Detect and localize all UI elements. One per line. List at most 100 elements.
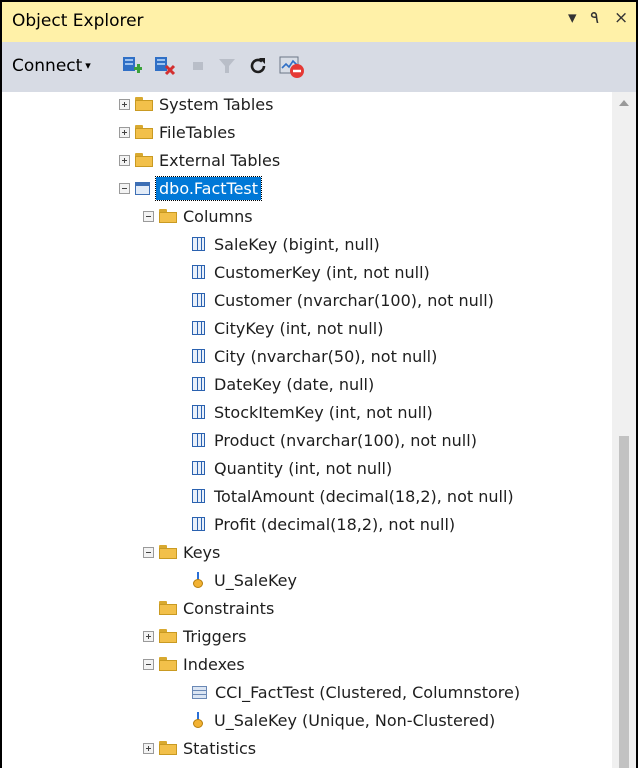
columnstore-index-icon [192, 685, 207, 699]
collapse-icon[interactable] [143, 546, 154, 558]
tree-node-filetables[interactable]: FileTables [119, 118, 235, 146]
column-item[interactable]: TotalAmount (decimal(18,2), not null) [192, 482, 514, 510]
tree-node-label: Triggers [183, 626, 247, 646]
expand-icon[interactable] [119, 126, 130, 138]
close-icon[interactable]: × [614, 8, 628, 28]
column-label: CustomerKey (int, not null) [214, 262, 430, 282]
key-item[interactable]: U_SaleKey [192, 566, 297, 594]
folder-icon [135, 97, 153, 111]
column-label: Quantity (int, not null) [214, 458, 393, 478]
connect-label: Connect [12, 56, 83, 76]
column-label: DateKey (date, null) [214, 374, 375, 394]
expand-icon[interactable] [143, 742, 154, 754]
tree-node-label: Statistics [183, 738, 257, 758]
column-icon [192, 265, 205, 279]
folder-icon [159, 741, 177, 755]
tree-node-label: Constraints [183, 598, 275, 618]
toolbar: Connect ▾ [2, 42, 636, 93]
collapse-icon[interactable] [143, 658, 154, 670]
index-label: U_SaleKey (Unique, Non-Clustered) [214, 710, 496, 730]
column-icon [192, 489, 205, 503]
column-item[interactable]: Profit (decimal(18,2), not null) [192, 510, 455, 538]
table-icon [135, 181, 150, 195]
collapse-icon[interactable] [119, 182, 130, 194]
scroll-up-arrow-icon[interactable] [619, 100, 629, 106]
tree-node-external-tables[interactable]: External Tables [119, 146, 280, 174]
column-item[interactable]: StockItemKey (int, not null) [192, 398, 433, 426]
column-icon [192, 377, 205, 391]
pin-icon[interactable]: ٩ [590, 8, 599, 28]
column-item[interactable]: DateKey (date, null) [192, 370, 374, 398]
window-position-dropdown-icon[interactable]: ▾ [568, 8, 577, 28]
column-label: StockItemKey (int, not null) [214, 402, 433, 422]
connect-button[interactable]: Connect ▾ [12, 56, 91, 76]
refresh-icon[interactable] [246, 54, 270, 78]
folder-icon [159, 657, 177, 671]
column-label: TotalAmount (decimal(18,2), not null) [214, 486, 514, 506]
folder-icon [159, 545, 177, 559]
column-icon [192, 433, 205, 447]
expand-icon[interactable] [119, 154, 130, 166]
key-icon [192, 572, 204, 588]
folder-icon [159, 601, 177, 615]
column-icon [192, 461, 205, 475]
tree-node-table-facttest[interactable]: dbo.FactTest [119, 174, 263, 202]
folder-icon [159, 209, 177, 223]
expand-icon[interactable] [143, 630, 154, 642]
expand-icon[interactable] [119, 98, 130, 110]
folder-icon [135, 125, 153, 139]
tree-node-columns[interactable]: Columns [143, 202, 253, 230]
unique-index-key-icon [192, 712, 204, 728]
collapse-icon[interactable] [143, 210, 154, 222]
column-item[interactable]: City (nvarchar(50), not null) [192, 342, 437, 370]
folder-icon [135, 153, 153, 167]
tree-node-label-selected: dbo.FactTest [154, 175, 263, 201]
tree-node-keys[interactable]: Keys [143, 538, 220, 566]
tree-node-label: External Tables [159, 150, 281, 170]
index-label: CCI_FactTest (Clustered, Columnstore) [215, 682, 521, 702]
disconnect-icon[interactable] [152, 54, 176, 78]
tree-node-label: FileTables [159, 122, 236, 142]
panel-title: Object Explorer [12, 11, 144, 31]
object-tree: System Tables FileTables External Tables… [2, 92, 612, 768]
column-item[interactable]: CustomerKey (int, not null) [192, 258, 430, 286]
column-icon [192, 405, 205, 419]
column-item[interactable]: SaleKey (bigint, null) [192, 230, 380, 258]
column-label: City (nvarchar(50), not null) [214, 346, 438, 366]
column-label: CityKey (int, not null) [214, 318, 384, 338]
column-icon [192, 321, 205, 335]
tree-node-statistics[interactable]: Statistics [143, 734, 256, 762]
column-icon [192, 293, 205, 307]
connect-object-explorer-icon[interactable] [120, 54, 144, 78]
column-icon [192, 517, 205, 531]
column-label: Profit (decimal(18,2), not null) [214, 514, 456, 534]
tree-node-system-tables[interactable]: System Tables [119, 92, 273, 118]
stop-icon [193, 62, 203, 70]
tree-node-label: Columns [183, 206, 253, 226]
column-item[interactable]: CityKey (int, not null) [192, 314, 383, 342]
filter-icon [219, 59, 235, 73]
column-label: Customer (nvarchar(100), not null) [214, 290, 494, 310]
column-label: SaleKey (bigint, null) [214, 234, 380, 254]
scrollbar-thumb[interactable] [619, 436, 629, 768]
vertical-scrollbar[interactable] [612, 92, 636, 768]
tree-node-label: Indexes [183, 654, 245, 674]
tree-node-label: System Tables [159, 94, 274, 114]
column-item[interactable]: Customer (nvarchar(100), not null) [192, 286, 494, 314]
column-icon [192, 349, 205, 363]
tree-node-triggers[interactable]: Triggers [143, 622, 247, 650]
tree-node-indexes[interactable]: Indexes [143, 650, 245, 678]
index-item[interactable]: U_SaleKey (Unique, Non-Clustered) [192, 706, 495, 734]
column-item[interactable]: Quantity (int, not null) [192, 454, 392, 482]
activity-monitor-icon[interactable] [278, 54, 306, 80]
tree-node-label: Keys [183, 542, 221, 562]
column-label: Product (nvarchar(100), not null) [214, 430, 477, 450]
folder-icon [159, 629, 177, 643]
column-item[interactable]: Product (nvarchar(100), not null) [192, 426, 477, 454]
column-icon [192, 237, 205, 251]
key-label: U_SaleKey [214, 570, 297, 590]
panel-titlebar: Object Explorer ▾ ٩ × [2, 2, 636, 42]
chevron-down-icon: ▾ [85, 59, 91, 72]
tree-node-constraints[interactable]: Constraints [159, 594, 274, 622]
index-item[interactable]: CCI_FactTest (Clustered, Columnstore) [192, 678, 520, 706]
